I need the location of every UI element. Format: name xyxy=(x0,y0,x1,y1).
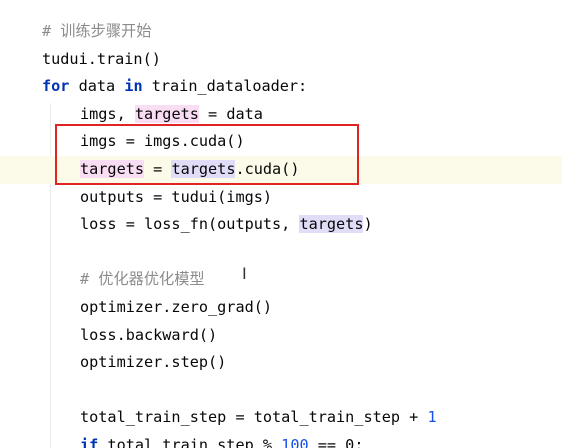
code-text: total_train_step = total_train_step + xyxy=(80,408,428,427)
code-line-3[interactable]: for data in train_dataloader: xyxy=(0,73,562,101)
code-text: .cuda() xyxy=(235,159,300,178)
code-line-16[interactable]: if total_train_step % 100 == 0: xyxy=(0,432,562,448)
code-line-12[interactable]: loss.backward() xyxy=(0,322,562,350)
highlighted-identifier: targets xyxy=(299,215,364,234)
keyword-for: for xyxy=(42,77,70,96)
code-line-15[interactable]: total_train_step = total_train_step + 1 xyxy=(0,404,562,432)
code-line-13[interactable]: optimizer.step() xyxy=(0,349,562,377)
code-text: train_dataloader: xyxy=(142,77,308,96)
code-text: imgs = imgs.cuda() xyxy=(80,132,245,151)
code-comment: # 优化器优化模型 xyxy=(80,270,205,289)
keyword-if: if xyxy=(80,435,99,448)
code-line-5[interactable]: imgs = imgs.cuda() xyxy=(0,128,562,156)
code-editor[interactable]: # 训练步骤开始 tudui.train() for data in train… xyxy=(0,0,562,448)
highlighted-identifier: targets xyxy=(134,104,199,123)
code-line-4[interactable]: imgs, targets = data xyxy=(0,101,562,129)
code-line-11[interactable]: optimizer.zero_grad() xyxy=(0,294,562,322)
code-area[interactable]: # 训练步骤开始 tudui.train() for data in train… xyxy=(0,18,562,448)
code-text: loss.backward() xyxy=(80,325,218,344)
code-text: loss = loss_fn(outputs, xyxy=(80,215,300,234)
code-line-6-current[interactable]: targets = targets.cuda() xyxy=(0,155,562,184)
code-text: tudui.train() xyxy=(42,49,161,68)
code-line-2[interactable]: tudui.train() xyxy=(0,46,562,74)
code-text: outputs = tudui(imgs) xyxy=(80,187,273,206)
code-line-1[interactable]: # 训练步骤开始 xyxy=(0,18,562,46)
code-comment: # 训练步骤开始 xyxy=(42,22,152,40)
code-line-14[interactable] xyxy=(0,377,562,405)
code-line-8[interactable]: loss = loss_fn(outputs, targets) xyxy=(0,211,562,239)
code-line-10[interactable]: # 优化器优化模型 xyxy=(0,266,562,294)
code-text: optimizer.step() xyxy=(80,353,227,372)
code-text: = xyxy=(144,159,172,178)
highlighted-identifier: targets xyxy=(171,159,236,178)
code-line-9[interactable] xyxy=(0,239,562,267)
highlighted-identifier: targets xyxy=(80,159,145,178)
code-text: ) xyxy=(363,215,373,234)
code-text: == 0: xyxy=(308,435,364,448)
code-line-7[interactable]: outputs = tudui(imgs) xyxy=(0,184,562,212)
code-text: imgs, xyxy=(80,104,135,123)
code-text: = data xyxy=(198,104,263,123)
text-cursor-icon: I xyxy=(242,264,247,283)
number-literal: 100 xyxy=(281,435,309,448)
code-text: optimizer.zero_grad() xyxy=(80,297,273,316)
code-text: total_train_step % xyxy=(98,435,282,448)
number-literal: 1 xyxy=(427,408,437,427)
code-text: data xyxy=(69,77,125,96)
keyword-in: in xyxy=(124,77,143,96)
